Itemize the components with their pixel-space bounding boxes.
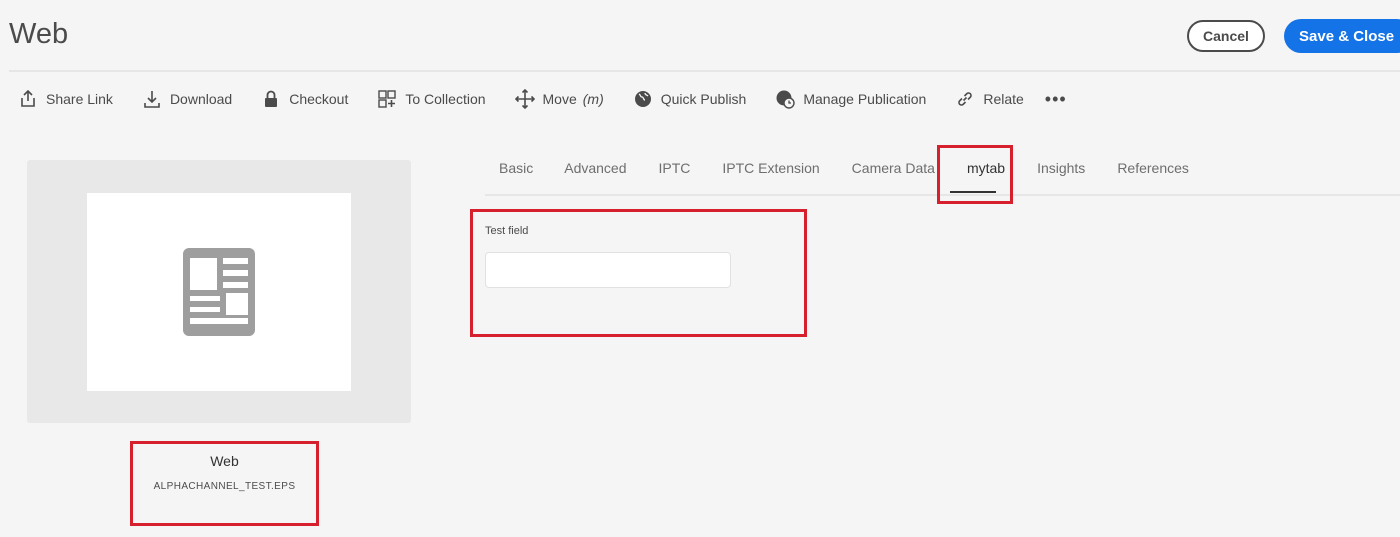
asset-title: Web <box>210 453 239 469</box>
asset-thumbnail <box>87 193 351 391</box>
asset-preview <box>27 160 411 423</box>
tab-references[interactable]: References <box>1117 148 1189 182</box>
tab-iptc[interactable]: IPTC <box>659 148 691 182</box>
tab-iptc-extension[interactable]: IPTC Extension <box>722 148 819 182</box>
quick-publish-label: Quick Publish <box>660 91 747 107</box>
save-close-button[interactable]: Save & Close <box>1284 19 1400 53</box>
share-link-button[interactable]: Share Link <box>18 89 113 109</box>
toolbar: Share Link Download Checkout To Collecti… <box>18 86 1067 112</box>
highlight-box-tab <box>937 145 1013 204</box>
header-divider <box>9 70 1400 72</box>
move-shortcut: (m) <box>582 91 604 107</box>
move-label: Move <box>542 91 577 107</box>
cancel-button[interactable]: Cancel <box>1187 20 1265 52</box>
move-button[interactable]: Move (m) <box>514 89 604 109</box>
asset-filename: ALPHACHANNEL_TEST.EPS <box>153 481 296 492</box>
test-field-label: Test field <box>485 225 529 237</box>
link-icon <box>958 92 973 106</box>
tab-basic[interactable]: Basic <box>499 148 533 182</box>
tab-advanced[interactable]: Advanced <box>564 148 626 182</box>
to-collection-button[interactable]: To Collection <box>377 89 486 109</box>
globe-clock-icon <box>776 90 796 109</box>
manage-publication-label: Manage Publication <box>803 91 927 107</box>
document-icon <box>183 248 255 336</box>
quick-publish-button[interactable]: Quick Publish <box>633 89 747 109</box>
share-icon <box>21 89 35 107</box>
to-collection-label: To Collection <box>405 91 486 107</box>
relate-button[interactable]: Relate <box>955 89 1024 109</box>
more-actions-icon[interactable]: ••• <box>1045 89 1067 110</box>
relate-label: Relate <box>983 91 1024 107</box>
checkout-label: Checkout <box>289 91 349 107</box>
download-label: Download <box>169 91 233 107</box>
globe-icon <box>634 91 651 107</box>
manage-publication-button[interactable]: Manage Publication <box>775 89 926 109</box>
download-icon <box>144 91 160 108</box>
share-link-label: Share Link <box>46 91 113 107</box>
move-icon <box>514 89 535 109</box>
lock-icon <box>265 90 278 107</box>
tab-camera-data[interactable]: Camera Data <box>852 148 935 182</box>
asset-caption: Web ALPHACHANNEL_TEST.EPS <box>130 441 319 526</box>
tab-insights[interactable]: Insights <box>1037 148 1085 182</box>
test-field-input[interactable] <box>485 252 731 288</box>
download-button[interactable]: Download <box>142 89 232 109</box>
collection-add-icon <box>378 90 397 108</box>
page-title: Web <box>9 18 69 50</box>
checkout-button[interactable]: Checkout <box>261 89 348 109</box>
